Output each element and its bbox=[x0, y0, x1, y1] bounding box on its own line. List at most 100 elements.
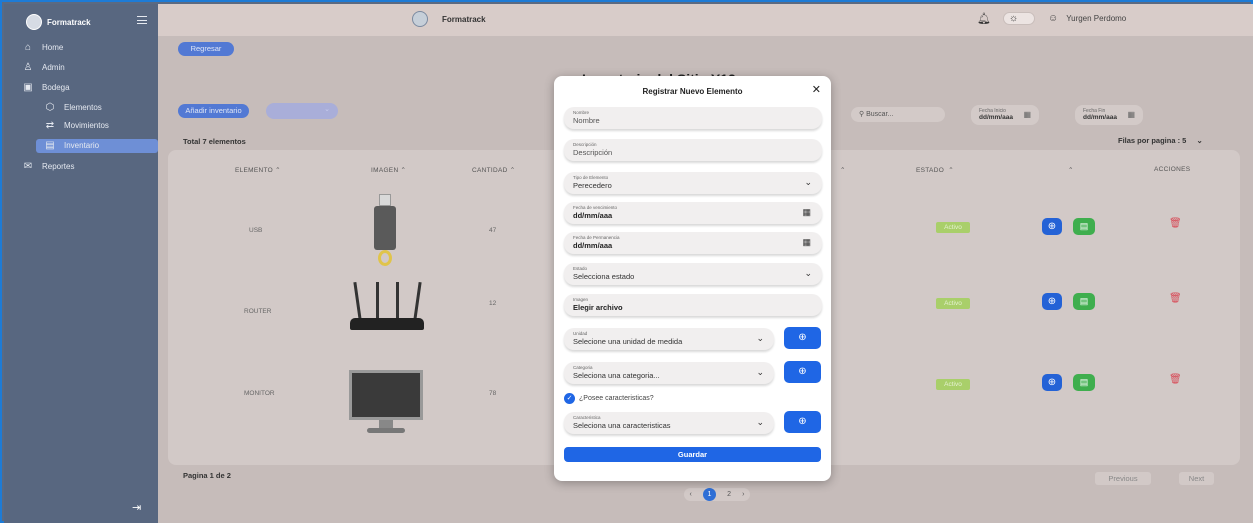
edit-button[interactable]: ▤ bbox=[1073, 293, 1095, 310]
calendar-icon: ▦ bbox=[1127, 110, 1135, 119]
menu-icon[interactable] bbox=[137, 16, 147, 24]
delete-icon[interactable]: 🗑︎ bbox=[1169, 293, 1182, 304]
field-value: Seleciona una caracteristicas bbox=[573, 421, 671, 430]
unidad-select[interactable]: Unidad Selecione una unidad de medida ⌄ bbox=[564, 328, 774, 350]
calendar-icon: ▦ bbox=[1023, 110, 1031, 119]
view-button[interactable]: ⊕ bbox=[1042, 374, 1062, 391]
calendar-icon[interactable]: ▦ bbox=[802, 207, 811, 218]
modal-title: Registrar Nuevo Elemento bbox=[642, 87, 743, 96]
chevron-right-icon[interactable]: › bbox=[742, 491, 744, 498]
sidebar-item-label: Bodega bbox=[42, 83, 70, 92]
sidebar-item-admin[interactable]: ♙ Admin bbox=[22, 62, 65, 73]
row-elemento: USB bbox=[249, 227, 263, 234]
posee-caracteristicas-checkbox[interactable]: ✓ ¿Posee caracteristicas? bbox=[564, 393, 654, 404]
field-value: Perecedero bbox=[573, 181, 612, 190]
header-acciones: ACCIONES bbox=[1154, 166, 1191, 173]
inventory-icon: ▤ bbox=[45, 140, 55, 151]
header-label: ELEMENTO bbox=[235, 167, 274, 174]
plus-circle-icon: ⊕ bbox=[798, 416, 807, 427]
caracteristica-select[interactable]: Caracteristica Seleciona una caracterist… bbox=[564, 412, 774, 434]
sidebar-item-movimientos[interactable]: ⇄ Movimientos bbox=[44, 120, 109, 131]
usb-image bbox=[374, 194, 396, 270]
field-value: Elegir archivo bbox=[573, 303, 623, 312]
header-elemento[interactable]: ELEMENTO ⌃ bbox=[235, 166, 281, 174]
sidebar: Formatrack ⌂ Home ♙ Admin ▣ Bodega ⬡ Ele… bbox=[4, 4, 158, 523]
next-button[interactable]: Next bbox=[1179, 472, 1214, 485]
sidebar-item-elementos[interactable]: ⬡ Elementos bbox=[44, 102, 102, 113]
descripcion-field[interactable]: Descripción Descripción bbox=[564, 139, 822, 161]
fecha-vencimiento-field[interactable]: Fecha de vencimiento dd/mm/aaa ▦ bbox=[564, 202, 822, 224]
header-title: Formatrack bbox=[442, 15, 486, 24]
plus-circle-icon: ⊕ bbox=[1047, 377, 1057, 388]
chevron-down-icon: ⌄ bbox=[804, 268, 812, 278]
categoria-select[interactable]: Categoria Seleciona una categoria... ⌄ bbox=[564, 362, 774, 384]
delete-icon[interactable]: 🗑︎ bbox=[1169, 218, 1182, 229]
sidebar-item-reportes[interactable]: ✉ Reportes bbox=[22, 161, 75, 172]
add-category-button[interactable]: ⊕ bbox=[784, 361, 821, 383]
save-button[interactable]: Guardar bbox=[564, 447, 821, 462]
fecha-permanencia-field[interactable]: Fecha de Permanencia dd/mm/aaa ▦ bbox=[564, 232, 822, 254]
add-inventory-button[interactable]: Añadir inventario bbox=[178, 104, 249, 118]
chevron-left-icon[interactable]: ‹ bbox=[690, 491, 692, 498]
header-cantidad[interactable]: CANTIDAD ⌃ bbox=[472, 166, 515, 174]
brand[interactable]: Formatrack bbox=[26, 14, 91, 30]
plus-circle-icon: ⊕ bbox=[1047, 296, 1057, 307]
add-characteristic-button[interactable]: ⊕ bbox=[784, 411, 821, 433]
bell-icon[interactable]: 🔔︎ bbox=[977, 12, 991, 25]
view-button[interactable]: ⊕ bbox=[1042, 293, 1062, 310]
sun-icon: ☼ bbox=[1009, 13, 1019, 24]
plus-circle-icon: ⊕ bbox=[798, 332, 807, 343]
user-avatar-icon: ☺ bbox=[1048, 13, 1059, 24]
close-icon[interactable]: ✕ bbox=[812, 83, 821, 96]
chevron-down-icon: ⌄ bbox=[756, 333, 764, 343]
field-placeholder: Descripción bbox=[573, 148, 613, 157]
logout-icon[interactable]: ⇥ bbox=[132, 501, 141, 514]
edit-button[interactable]: ▤ bbox=[1073, 218, 1095, 235]
chevron-down-icon: ⌄ bbox=[1196, 136, 1203, 145]
sidebar-item-inventario[interactable]: ▤ Inventario bbox=[44, 140, 99, 151]
user-menu[interactable]: ☺ Yurgen Perdomo bbox=[1048, 13, 1126, 24]
page-button-current[interactable]: 1 bbox=[702, 488, 716, 501]
sidebar-item-label: Admin bbox=[42, 63, 65, 72]
chevron-down-icon: ⌄ bbox=[756, 367, 764, 377]
document-icon: ▤ bbox=[1079, 221, 1089, 231]
warehouse-icon: ▣ bbox=[23, 82, 33, 93]
rows-per-page[interactable]: Filas por pagina : 5 ⌄ bbox=[1118, 136, 1203, 145]
header-imagen[interactable]: IMAGEN ⌃ bbox=[371, 166, 406, 174]
sort-icon[interactable]: ⌃ bbox=[840, 166, 846, 174]
nombre-field[interactable]: Nombre Nombre bbox=[564, 107, 822, 129]
imagen-file-input[interactable]: Imagen Elegir archivo bbox=[564, 294, 822, 316]
mail-icon: ✉ bbox=[23, 161, 33, 172]
add-unit-button[interactable]: ⊕ bbox=[784, 327, 821, 349]
header-estado[interactable]: ESTADO ⌃ bbox=[916, 166, 954, 174]
edit-button[interactable]: ▤ bbox=[1073, 374, 1095, 391]
sidebar-item-home[interactable]: ⌂ Home bbox=[22, 42, 63, 53]
field-value: Selecciona estado bbox=[573, 272, 635, 281]
tipo-elemento-select[interactable]: Tipo de Elemento Perecedero ⌄ bbox=[564, 172, 822, 194]
row-cantidad: 47 bbox=[489, 227, 497, 234]
estado-select[interactable]: Estado Selecciona estado ⌄ bbox=[564, 263, 822, 285]
previous-button[interactable]: Previous bbox=[1095, 472, 1151, 485]
filter-select[interactable]: ⌄ bbox=[266, 103, 338, 119]
field-value: Selecione una unidad de medida bbox=[573, 337, 683, 346]
field-placeholder: Nombre bbox=[573, 116, 600, 125]
pagination-info: Pagina 1 de 2 bbox=[183, 471, 231, 480]
delete-icon[interactable]: 🗑︎ bbox=[1169, 374, 1182, 385]
calendar-icon[interactable]: ▦ bbox=[802, 237, 811, 248]
sort-icon[interactable]: ⌃ bbox=[1068, 166, 1074, 174]
checkmark-icon: ✓ bbox=[564, 393, 575, 404]
row-elemento: ROUTER bbox=[244, 308, 272, 315]
status-badge: Activo bbox=[936, 222, 970, 233]
theme-toggle[interactable]: ☼ bbox=[1003, 12, 1035, 25]
sidebar-item-bodega[interactable]: ▣ Bodega bbox=[22, 82, 70, 93]
view-button[interactable]: ⊕ bbox=[1042, 218, 1062, 235]
date-end-field[interactable]: Fecha Fin dd/mm/aaa ▦ bbox=[1075, 105, 1143, 125]
date-start-field[interactable]: Fecha Inicio dd/mm/aaa ▦ bbox=[971, 105, 1039, 125]
search-input[interactable]: ⚲ Buscar... bbox=[851, 107, 945, 122]
brand-name: Formatrack bbox=[47, 17, 91, 27]
topbar: Formatrack 🔔︎ ☼ ☺ Yurgen Perdomo bbox=[158, 4, 1253, 36]
back-button[interactable]: Regresar bbox=[178, 42, 234, 56]
page-button[interactable]: 2 bbox=[727, 491, 731, 498]
document-icon: ▤ bbox=[1079, 296, 1089, 306]
rows-per-page-label: Filas por pagina : 5 bbox=[1118, 136, 1187, 145]
